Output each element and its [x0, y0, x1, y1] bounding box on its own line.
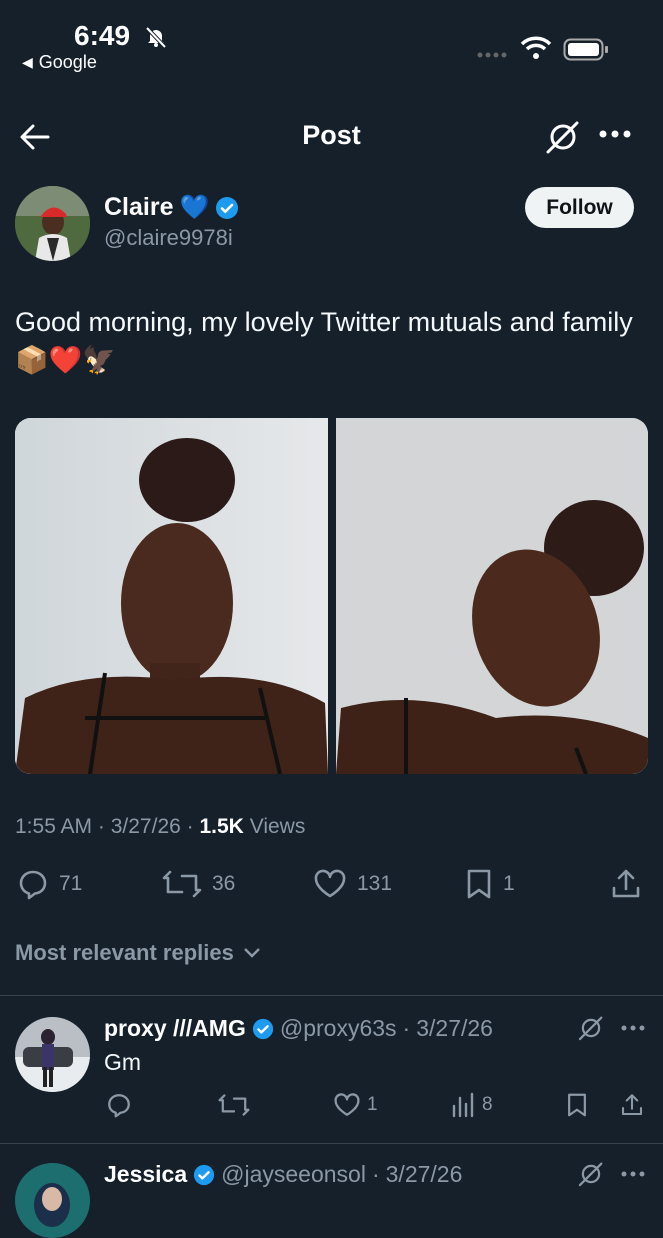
bookmark-button[interactable]: 1 — [465, 868, 515, 900]
author-handle[interactable]: @claire9978i — [104, 225, 233, 251]
views-count: 1.5K — [199, 815, 244, 838]
grok-icon[interactable] — [577, 1160, 605, 1188]
reply-author-name[interactable]: Jessica — [104, 1161, 187, 1188]
verified-badge-icon — [215, 196, 239, 220]
reply-icon — [106, 1092, 132, 1118]
reply-avatar[interactable] — [15, 1017, 90, 1092]
author-name-text: Claire — [104, 193, 174, 221]
battery-icon — [563, 38, 609, 62]
share-icon — [610, 868, 642, 900]
back-app-label: Google — [38, 52, 97, 72]
author-avatar[interactable] — [15, 186, 90, 261]
like-button[interactable]: 131 — [313, 868, 392, 900]
post-photo-2[interactable] — [336, 418, 648, 774]
bell-muted-icon — [144, 25, 168, 49]
more-options-icon[interactable] — [620, 1170, 646, 1178]
back-to-app-link[interactable]: ◀ Google — [22, 52, 97, 73]
reply-views-count: 8 — [482, 1094, 493, 1115]
divider — [0, 995, 663, 996]
separator-dot: · — [371, 1161, 380, 1187]
divider — [0, 1143, 663, 1144]
reply-reply-button[interactable] — [106, 1092, 132, 1118]
grok-icon[interactable] — [544, 118, 582, 156]
reply-date: 3/27/26 — [385, 1161, 463, 1187]
verified-badge-icon — [252, 1018, 274, 1040]
replies-sort-label: Most relevant replies — [15, 940, 234, 965]
follow-button[interactable]: Follow — [525, 187, 634, 228]
wifi-icon — [520, 36, 552, 60]
reply-icon — [17, 868, 49, 900]
reply-like-button[interactable]: 1 — [333, 1092, 378, 1118]
reply-author-handle[interactable]: @jayseeonsol — [221, 1161, 366, 1188]
reply-header: Jessica @jayseeonsol · 3/27/26 — [104, 1161, 462, 1188]
post-date: 3/27/26 — [110, 815, 181, 838]
bookmark-count: 1 — [503, 872, 515, 895]
bookmark-icon — [465, 868, 493, 900]
views-label: Views — [249, 815, 306, 838]
repost-icon — [162, 868, 202, 900]
reply-avatar[interactable] — [15, 1163, 90, 1238]
reply-views-button[interactable]: 8 — [450, 1092, 493, 1118]
author-name-emoji: 💙 — [179, 194, 210, 221]
author-name[interactable]: Claire 💙 — [104, 193, 239, 222]
post-time: 1:55 AM — [15, 815, 93, 838]
repost-count: 36 — [212, 872, 236, 895]
share-button[interactable] — [610, 868, 642, 900]
heart-icon — [333, 1092, 361, 1118]
more-options-icon[interactable] — [620, 1024, 646, 1032]
repost-button[interactable]: 36 — [162, 868, 235, 900]
grok-icon[interactable] — [577, 1014, 605, 1042]
signal-icon — [476, 50, 510, 60]
reply-date: 3/27/26 — [416, 1015, 493, 1041]
share-icon — [620, 1092, 644, 1118]
like-count: 131 — [357, 872, 393, 895]
repost-icon — [218, 1092, 250, 1118]
status-time: 6:49 — [74, 20, 131, 51]
triangle-left-icon: ◀ — [22, 54, 33, 70]
bookmark-icon — [566, 1092, 588, 1118]
more-options-icon[interactable] — [598, 128, 632, 140]
reply-text: Gm — [104, 1049, 142, 1075]
chevron-down-icon — [242, 946, 262, 960]
reply-author-name[interactable]: proxy ///AMG — [104, 1015, 246, 1042]
reply-repost-button[interactable] — [218, 1092, 250, 1118]
reply-header: proxy ///AMG @proxy63s · 3/27/26 — [104, 1015, 493, 1042]
reply-button[interactable]: 71 — [17, 868, 82, 900]
heart-icon — [313, 868, 347, 900]
separator-dot: · — [402, 1015, 411, 1041]
post-text: Good morning, my lovely Twitter mutuals … — [15, 307, 633, 375]
reply-like-count: 1 — [367, 1094, 378, 1115]
reply-share-button[interactable] — [620, 1092, 644, 1118]
reply-bookmark-button[interactable] — [566, 1092, 588, 1118]
post-meta: 1:55 AM · 3/27/26 · 1.5K Views — [15, 815, 306, 838]
replies-sort-dropdown[interactable]: Most relevant replies — [15, 940, 262, 966]
bar-chart-icon — [450, 1092, 476, 1118]
reply-count: 71 — [59, 872, 83, 895]
reply-author-handle[interactable]: @proxy63s — [280, 1015, 397, 1042]
post-photo-1[interactable] — [15, 418, 328, 774]
verified-badge-icon — [193, 1164, 215, 1186]
